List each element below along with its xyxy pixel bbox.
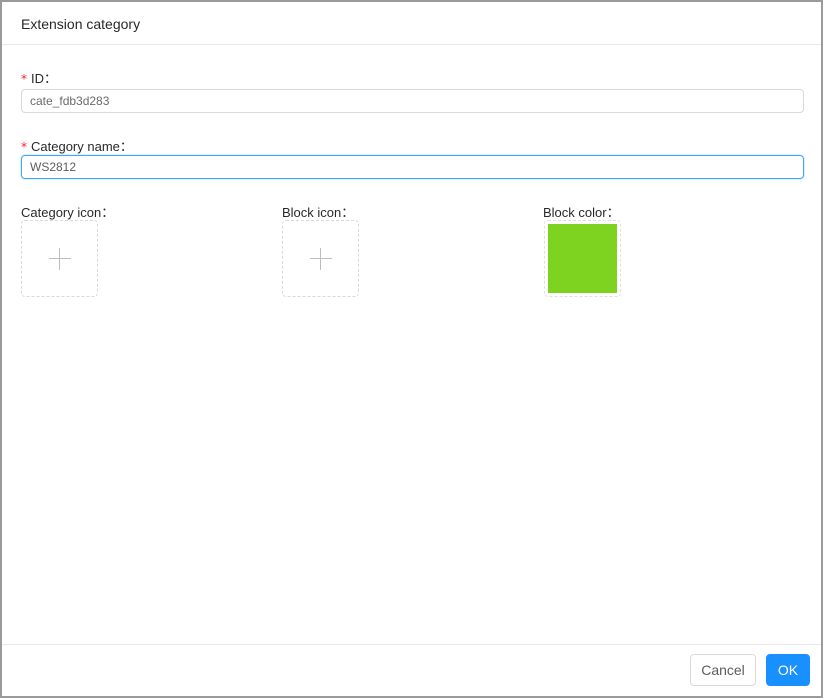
category-icon-uploader[interactable] bbox=[21, 220, 98, 297]
category-name-label: Category name： bbox=[31, 139, 133, 154]
category-name-label-row: * Category name： bbox=[21, 136, 133, 155]
category-name-input[interactable] bbox=[21, 155, 804, 179]
block-color-swatch[interactable] bbox=[548, 224, 617, 293]
cancel-button[interactable]: Cancel bbox=[690, 654, 756, 686]
id-label: ID： bbox=[31, 71, 58, 86]
required-mark: * bbox=[21, 72, 27, 86]
block-icon-label: Block icon： bbox=[282, 205, 355, 220]
id-input[interactable] bbox=[21, 89, 804, 113]
ok-button[interactable]: OK bbox=[766, 654, 810, 686]
dialog-title: Extension category bbox=[21, 16, 141, 32]
plus-icon bbox=[48, 247, 71, 270]
dialog-footer: Cancel OK bbox=[2, 644, 821, 696]
id-label-row: * ID： bbox=[21, 68, 57, 87]
block-color-label: Block color： bbox=[543, 205, 620, 220]
required-mark: * bbox=[21, 140, 27, 154]
plus-icon bbox=[309, 247, 332, 270]
block-icon-uploader[interactable] bbox=[282, 220, 359, 297]
dialog-header: Extension category bbox=[2, 2, 821, 45]
category-icon-label: Category icon： bbox=[21, 205, 115, 220]
block-color-picker[interactable] bbox=[544, 220, 621, 297]
extension-category-dialog: Extension category *ID： *Category name： … bbox=[0, 0, 823, 698]
